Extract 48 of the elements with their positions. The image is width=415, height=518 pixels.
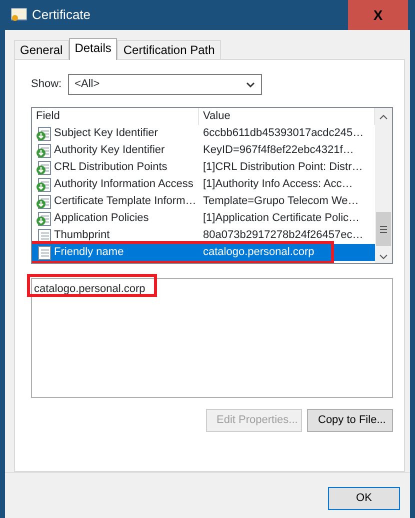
- show-dropdown[interactable]: <All>: [68, 74, 262, 95]
- ok-button[interactable]: OK: [328, 487, 400, 510]
- field-value: 80a073b2917278b24f26457ec…: [203, 229, 364, 242]
- field-value: [1]CRL Distribution Point: Distr…: [203, 161, 363, 174]
- field-value: KeyID=967f4f8ef22ebc4321f…: [203, 144, 354, 156]
- scroll-thumb[interactable]: [376, 212, 391, 246]
- extension-icon: [36, 160, 51, 174]
- field-name: Authority Information Access: [54, 177, 194, 192]
- field-value: [1]Authority Info Access: Acc…: [203, 178, 353, 190]
- field-name: CRL Distribution Points: [54, 160, 168, 176]
- chevron-down-icon: [246, 82, 255, 88]
- tab[interactable]: Details: [68, 38, 118, 60]
- extension-icon: [36, 212, 51, 226]
- tab[interactable]: General: [14, 40, 69, 59]
- extension-icon: [36, 194, 51, 208]
- list-row[interactable]: Authority Key Identifier KeyID=967f4f8ef22ebc4321f…: [32, 142, 375, 159]
- list-row[interactable]: Friendly name catalogo.personal.corp: [32, 244, 375, 261]
- scrollbar[interactable]: [375, 108, 392, 263]
- dialog-button[interactable]: Copy to File...: [307, 409, 393, 432]
- list-row[interactable]: Authority Information Access [1]Authority Info Access: Acc…: [32, 176, 375, 193]
- field-value: [1]Application Certificate Polic…: [203, 212, 360, 224]
- close-button[interactable]: X: [348, 0, 408, 30]
- field-name: Application Policies: [54, 211, 149, 226]
- list-row[interactable]: Certificate Template Inform… Template=Grupo Telecom We…: [32, 193, 375, 210]
- scroll-down-icon[interactable]: [379, 254, 388, 260]
- column-header[interactable]: Field: [32, 108, 199, 125]
- field-value: Template=Grupo Telecom We…: [203, 195, 359, 208]
- detail-text: catalogo.personal.corp: [34, 283, 146, 295]
- extension-icon: [36, 126, 51, 140]
- document-icon: [36, 246, 51, 260]
- window-title: Certificate: [32, 6, 91, 24]
- list-row[interactable]: Application Policies [1]Application Certificate Polic…: [32, 210, 375, 227]
- field-name: Certificate Template Inform…: [54, 194, 196, 210]
- extension-icon: [36, 178, 51, 192]
- scroll-up-icon[interactable]: [379, 114, 388, 120]
- field-value: 6ccbb611db45393017acdc245…: [203, 127, 364, 140]
- certificate-icon: [10, 8, 26, 22]
- list-row[interactable]: CRL Distribution Points [1]CRL Distribution Point: Distr…: [32, 159, 375, 176]
- field-name: Subject Key Identifier: [54, 126, 158, 142]
- field-name: Thumbprint: [54, 228, 110, 244]
- tab[interactable]: Certification Path: [117, 40, 221, 59]
- document-icon: [36, 228, 51, 242]
- extension-icon: [36, 144, 51, 158]
- show-label: Show:: [31, 77, 62, 92]
- field-name: Authority Key Identifier: [54, 143, 165, 158]
- detail-field[interactable]: catalogo.personal.corp: [31, 278, 393, 398]
- list-row[interactable]: Thumbprint 80a073b2917278b24f26457ec…: [32, 227, 375, 244]
- list-row[interactable]: Subject Key Identifier 6ccbb611db45393017acdc245…: [32, 125, 375, 142]
